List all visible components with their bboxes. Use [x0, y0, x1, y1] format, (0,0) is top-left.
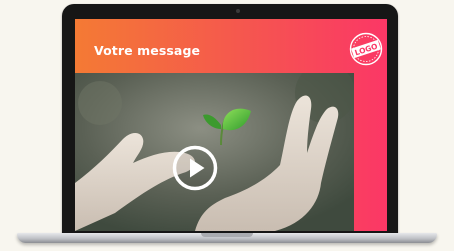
video-player[interactable]	[75, 73, 354, 231]
play-button[interactable]	[172, 145, 218, 191]
laptop-screen: Votre message LOGO	[75, 19, 387, 231]
laptop-mockup: Votre message LOGO	[0, 0, 454, 251]
webcam-icon	[236, 9, 240, 13]
laptop-notch	[201, 233, 253, 237]
logo-stamp-icon: LOGO	[348, 31, 384, 67]
slide-title: Votre message	[94, 43, 201, 58]
play-icon	[172, 145, 218, 191]
logo-text: LOGO	[354, 42, 379, 58]
